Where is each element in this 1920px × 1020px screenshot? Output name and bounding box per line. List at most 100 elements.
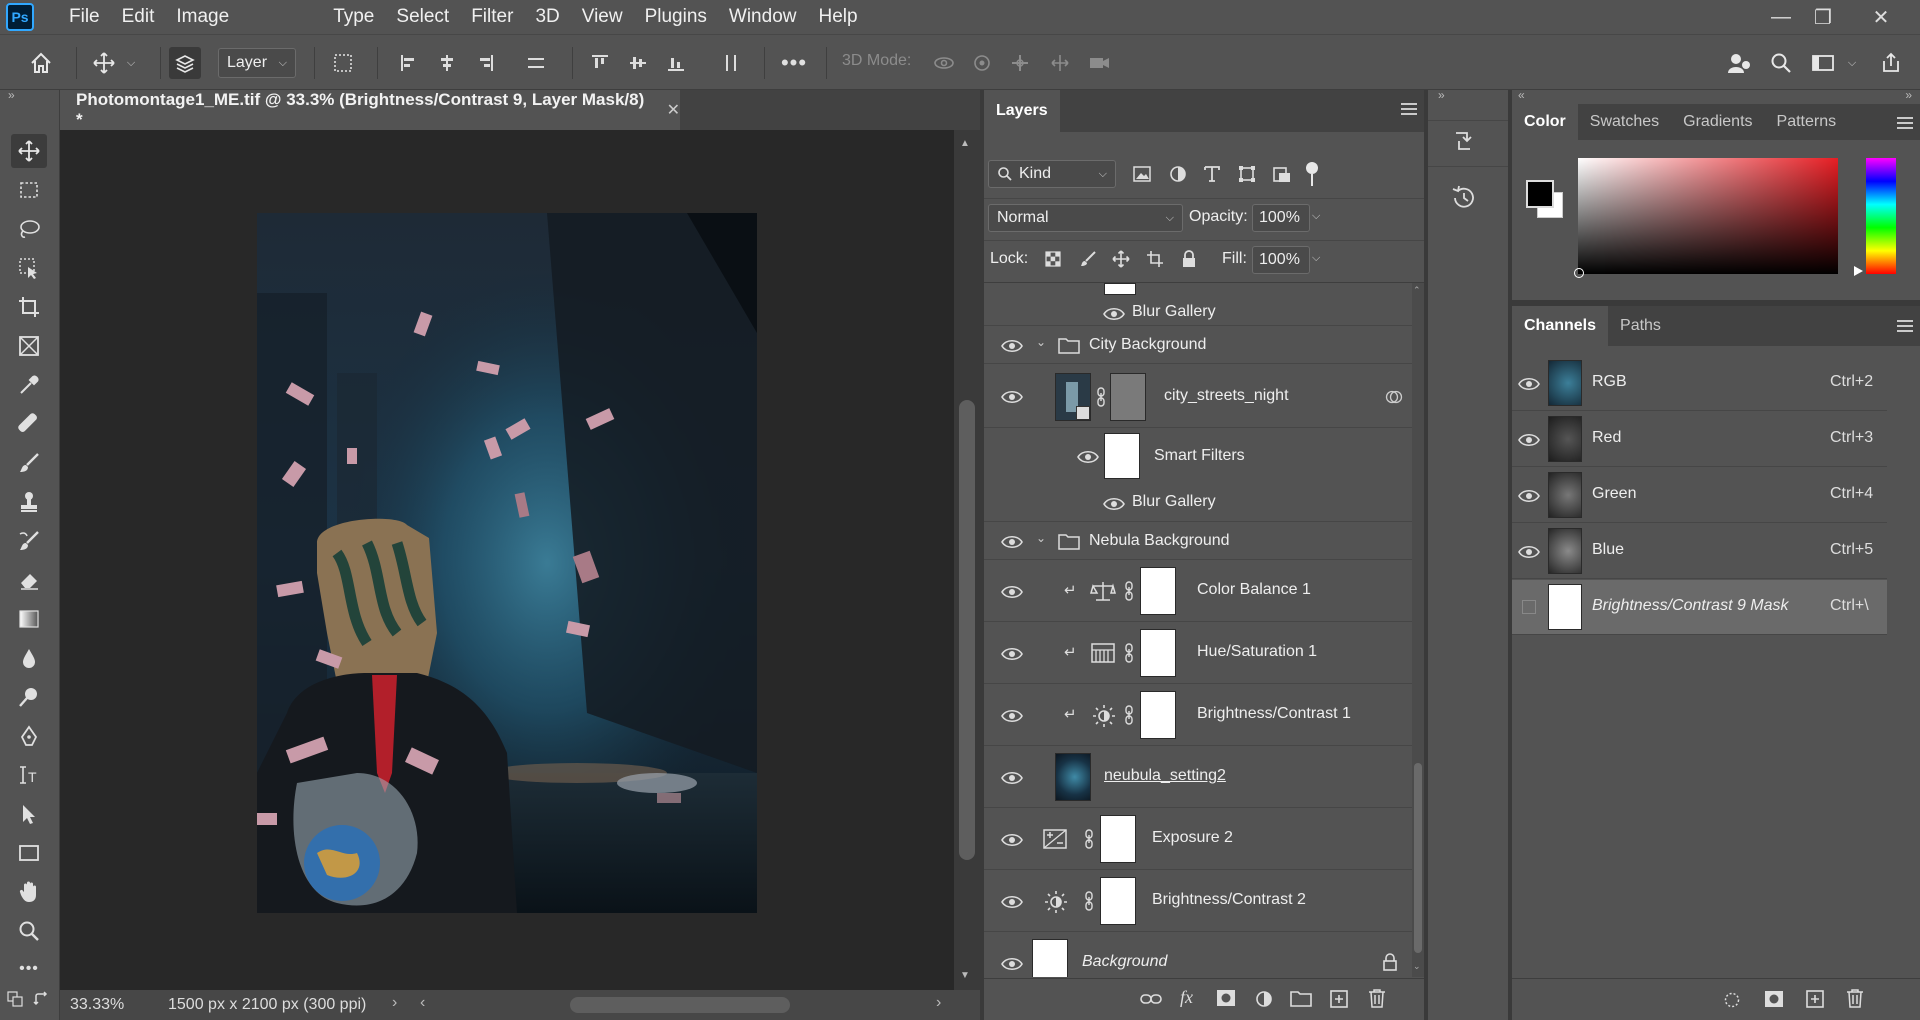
color-picker-field[interactable] bbox=[1574, 158, 1838, 278]
eyedropper-tool[interactable] bbox=[11, 368, 47, 402]
more-options-button[interactable]: ••• bbox=[780, 49, 808, 77]
menu-image[interactable]: Image bbox=[165, 0, 240, 34]
eye-icon[interactable] bbox=[1001, 894, 1023, 910]
document-dimensions[interactable]: 1500 px x 2100 px (300 ppi) bbox=[168, 996, 366, 1014]
menu-window[interactable]: Window bbox=[718, 0, 808, 34]
scroll-up-icon[interactable]: ⌃ bbox=[1413, 285, 1421, 296]
3d-roll-button[interactable] bbox=[968, 49, 996, 77]
transform-controls-toggle[interactable] bbox=[329, 49, 357, 77]
opacity-slider-toggle[interactable]: ⌵ bbox=[1312, 210, 1320, 223]
layer-filter-row[interactable]: Blur Gallery bbox=[984, 283, 1424, 326]
document-canvas-image[interactable] bbox=[257, 213, 757, 913]
close-window-button[interactable]: ✕ bbox=[1858, 0, 1904, 34]
horizontal-scroll-thumb[interactable] bbox=[570, 997, 790, 1013]
eye-icon[interactable] bbox=[1001, 770, 1023, 786]
new-layer-icon[interactable] bbox=[1329, 989, 1349, 1009]
3d-pan-button[interactable] bbox=[1006, 49, 1034, 77]
history-brush-tool[interactable] bbox=[11, 524, 47, 558]
channel-row-mask[interactable]: Brightness/Contrast 9 Mask Ctrl+\ bbox=[1512, 580, 1887, 635]
trash-icon[interactable] bbox=[1368, 988, 1386, 1008]
3d-orbit-button[interactable] bbox=[930, 49, 958, 77]
tab-layers[interactable]: Layers bbox=[984, 90, 1060, 132]
menu-view[interactable]: View bbox=[571, 0, 634, 34]
filter-pixel-button[interactable] bbox=[1132, 164, 1152, 184]
adjustment-layer-row[interactable]: ↵ Hue/Saturation 1 bbox=[984, 623, 1424, 684]
rectangle-tool[interactable] bbox=[11, 836, 47, 870]
menu-select[interactable]: Select bbox=[385, 0, 460, 34]
marquee-tool[interactable] bbox=[11, 173, 47, 207]
lock-position-button[interactable] bbox=[1112, 250, 1130, 268]
tab-color[interactable]: Color bbox=[1512, 104, 1578, 140]
chevron-down-icon[interactable]: ⌄ bbox=[1036, 531, 1046, 545]
vertical-scrollbar[interactable]: ▲ ▼ bbox=[954, 130, 980, 990]
scroll-down-icon[interactable]: ⌄ bbox=[1413, 961, 1421, 972]
eye-icon[interactable] bbox=[1103, 306, 1125, 322]
dodge-tool[interactable] bbox=[11, 680, 47, 714]
distribute-vertical-button[interactable] bbox=[522, 49, 550, 77]
adjustment-layer-row[interactable]: Exposure 2 bbox=[984, 809, 1424, 870]
adjustment-circle-icon[interactable] bbox=[1254, 989, 1274, 1009]
preset-dropdown[interactable]: ⌵ bbox=[124, 49, 138, 77]
filter-shape-button[interactable] bbox=[1237, 164, 1257, 184]
brush-tool[interactable] bbox=[11, 446, 47, 480]
eye-icon[interactable] bbox=[1001, 956, 1023, 972]
layer-group-row[interactable]: ⌄ City Background bbox=[984, 327, 1424, 364]
save-selection-icon[interactable] bbox=[1764, 990, 1784, 1008]
layer-mask-thumbnail[interactable] bbox=[1140, 629, 1176, 677]
collapse-icon[interactable]: » bbox=[1438, 88, 1445, 102]
search-button[interactable] bbox=[1767, 49, 1795, 77]
move-tool[interactable] bbox=[11, 134, 47, 168]
menu-filter[interactable]: Filter bbox=[460, 0, 524, 34]
channel-row-red[interactable]: Red Ctrl+3 bbox=[1512, 412, 1887, 467]
align-bottom-button[interactable] bbox=[662, 49, 690, 77]
filter-type-button[interactable] bbox=[1202, 164, 1222, 184]
link-icon[interactable] bbox=[1096, 387, 1106, 407]
photoshop-logo[interactable]: Ps bbox=[6, 3, 34, 31]
smart-filter-mask-thumbnail[interactable] bbox=[1104, 433, 1140, 479]
move-tool-preset[interactable] bbox=[90, 49, 118, 77]
menu-file[interactable]: File bbox=[58, 0, 111, 34]
blur-tool[interactable] bbox=[11, 641, 47, 675]
tab-gradients[interactable]: Gradients bbox=[1671, 104, 1764, 140]
tab-paths[interactable]: Paths bbox=[1608, 306, 1673, 346]
fx-icon[interactable]: fx bbox=[1180, 987, 1193, 1008]
lock-all-button[interactable] bbox=[1180, 249, 1198, 269]
type-tool[interactable]: T bbox=[11, 758, 47, 792]
add-mask-icon[interactable] bbox=[1216, 989, 1236, 1007]
scroll-up-icon[interactable]: ▲ bbox=[960, 138, 970, 149]
new-channel-icon[interactable] bbox=[1805, 989, 1825, 1009]
fill-input[interactable]: 100% bbox=[1252, 246, 1310, 274]
layer-mask-thumbnail[interactable] bbox=[1100, 815, 1136, 863]
pen-tool[interactable] bbox=[11, 719, 47, 753]
tab-patterns[interactable]: Patterns bbox=[1765, 104, 1849, 140]
lasso-tool[interactable] bbox=[11, 212, 47, 246]
tab-channels[interactable]: Channels bbox=[1512, 306, 1609, 346]
eye-icon[interactable] bbox=[1518, 432, 1540, 448]
folder-icon[interactable] bbox=[1290, 989, 1312, 1007]
workspace-button[interactable] bbox=[1809, 49, 1837, 77]
eye-icon[interactable] bbox=[1001, 646, 1023, 662]
workspace-dropdown[interactable]: ⌵ bbox=[1845, 49, 1859, 77]
hue-slider[interactable] bbox=[1866, 158, 1896, 274]
menu-type[interactable]: Type bbox=[322, 0, 385, 34]
menu-help[interactable]: Help bbox=[807, 0, 868, 34]
link-icon[interactable] bbox=[1124, 643, 1134, 663]
minimize-button[interactable]: — bbox=[1758, 0, 1804, 34]
zoom-tool[interactable] bbox=[11, 914, 47, 948]
eye-icon[interactable] bbox=[1518, 376, 1540, 392]
lock-image-button[interactable] bbox=[1079, 250, 1097, 268]
document-tab[interactable]: Photomontage1_ME.tif @ 33.3% (Brightness… bbox=[60, 90, 680, 130]
default-colors-button[interactable] bbox=[6, 990, 26, 1010]
eye-icon[interactable] bbox=[1001, 534, 1023, 550]
link-icon[interactable] bbox=[1084, 891, 1094, 911]
link-icon[interactable] bbox=[1124, 705, 1134, 725]
load-selection-icon[interactable] bbox=[1722, 991, 1742, 1009]
channel-row-blue[interactable]: Blue Ctrl+5 bbox=[1512, 524, 1887, 579]
zoom-level[interactable]: 33.33% bbox=[70, 996, 124, 1014]
adjustment-layer-row[interactable]: Brightness/Contrast 2 bbox=[984, 871, 1424, 932]
3d-slide-button[interactable] bbox=[1046, 49, 1074, 77]
share-button[interactable] bbox=[1877, 49, 1905, 77]
crop-tool[interactable] bbox=[11, 290, 47, 324]
path-selection-tool[interactable] bbox=[11, 797, 47, 831]
lock-artboard-button[interactable] bbox=[1146, 250, 1164, 268]
